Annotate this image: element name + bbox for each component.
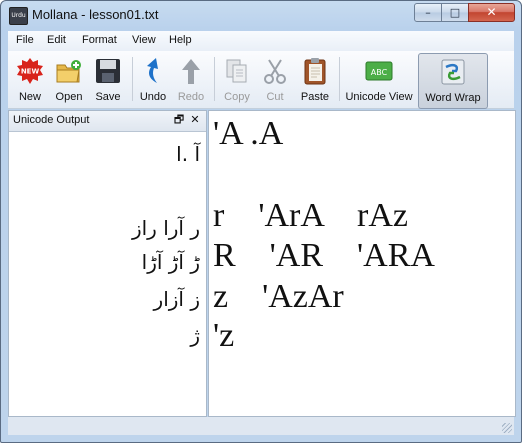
editor-line-3: r 'ArA rAz [213,197,408,234]
cut-button[interactable]: Cut [257,53,293,107]
unicode-view-label: Unicode View [345,91,413,103]
abc-icon: ABC [365,61,393,81]
close-icon: ✕ [486,5,497,19]
redo-label: Redo [177,91,205,103]
resize-grip-icon[interactable] [502,423,512,433]
float-panel-icon[interactable]: 🗗 [172,113,186,127]
menu-format[interactable]: Format [82,34,117,46]
redo-arrow-icon [182,59,200,84]
undo-arrow-icon [147,58,158,83]
scissors-icon [264,59,286,84]
app-icon: Urdu [9,7,28,25]
unicode-view-button[interactable]: ABC Unicode View [342,53,416,107]
window-title: Mollana - lesson01.txt [32,7,159,22]
unicode-output-header: Unicode Output 🗗 ✕ [9,111,206,132]
text-editor[interactable]: 'A .A r 'ArA rAz R 'AR 'ARA z 'AzAr 'z [208,110,516,417]
new-label: New [18,91,41,103]
word-wrap-label: Word Wrap [425,92,481,104]
copy-button[interactable]: Copy [218,53,256,107]
menu-view[interactable]: View [132,34,156,46]
save-label: Save [95,91,121,103]
copy-label: Copy [224,91,250,103]
menu-edit[interactable]: Edit [47,34,66,46]
new-icon: NEW [17,58,43,84]
title-bar[interactable]: Urdu Mollana - lesson01.txt – □ ✕ [1,1,521,31]
urdu-line-4: ڑ آڑ آڑا [141,250,200,274]
clipboard-paste-icon [304,58,326,85]
open-folder-icon [56,60,81,83]
cut-label: Cut [266,91,284,103]
urdu-line-3: ر آرا راز [131,216,200,240]
toolbar-separator [132,57,133,101]
urdu-line-5: ز آزار [153,287,200,311]
editor-line-1: 'A .A [213,115,284,152]
open-label: Open [55,91,83,103]
unicode-output-title: Unicode Output [13,114,90,126]
maximize-button[interactable]: □ [441,3,469,22]
status-bar [8,417,514,435]
floppy-disk-icon [96,59,120,83]
unicode-output-panel: Unicode Output 🗗 ✕ آ .ا ر آرا راز ڑ آڑ آ… [8,110,207,417]
menu-help[interactable]: Help [169,34,192,46]
undo-label: Undo [139,91,167,103]
close-panel-icon[interactable]: ✕ [188,113,202,127]
close-button[interactable]: ✕ [468,3,515,22]
undo-button[interactable]: Undo [135,53,171,107]
editor-line-6: 'z [213,317,235,354]
toolbar-separator [214,57,215,101]
paste-button[interactable]: Paste [295,53,335,107]
save-button[interactable]: Save [89,53,127,107]
new-button[interactable]: NEW New [11,53,49,107]
svg-text:ABC: ABC [371,68,388,77]
minimize-icon: – [425,6,431,19]
unicode-output-text[interactable]: آ .ا ر آرا راز ڑ آڑ آڑا ز آزار ژ [9,132,206,416]
toolbar: NEW New Open Save Undo Redo Copy Cut Pas… [8,51,514,109]
open-button[interactable]: Open [50,53,88,107]
copy-icon [226,59,247,83]
editor-line-5: z 'AzAr [213,278,344,315]
paste-label: Paste [300,91,330,103]
menu-bar: File Edit Format View Help [8,31,514,51]
urdu-line-6: ژ [190,323,200,347]
svg-text:NEW: NEW [21,68,40,76]
word-wrap-button[interactable]: Word Wrap [418,53,488,109]
menu-file[interactable]: File [16,34,34,46]
urdu-line-1: آ .ا [176,142,200,166]
toolbar-separator [339,57,340,101]
maximize-icon: □ [449,6,461,19]
word-wrap-icon [441,59,465,85]
app-window: Urdu Mollana - lesson01.txt – □ ✕ File E… [0,0,522,443]
minimize-button[interactable]: – [414,3,442,22]
redo-button[interactable]: Redo [173,53,209,107]
editor-line-4: R 'AR 'ARA [213,237,435,274]
